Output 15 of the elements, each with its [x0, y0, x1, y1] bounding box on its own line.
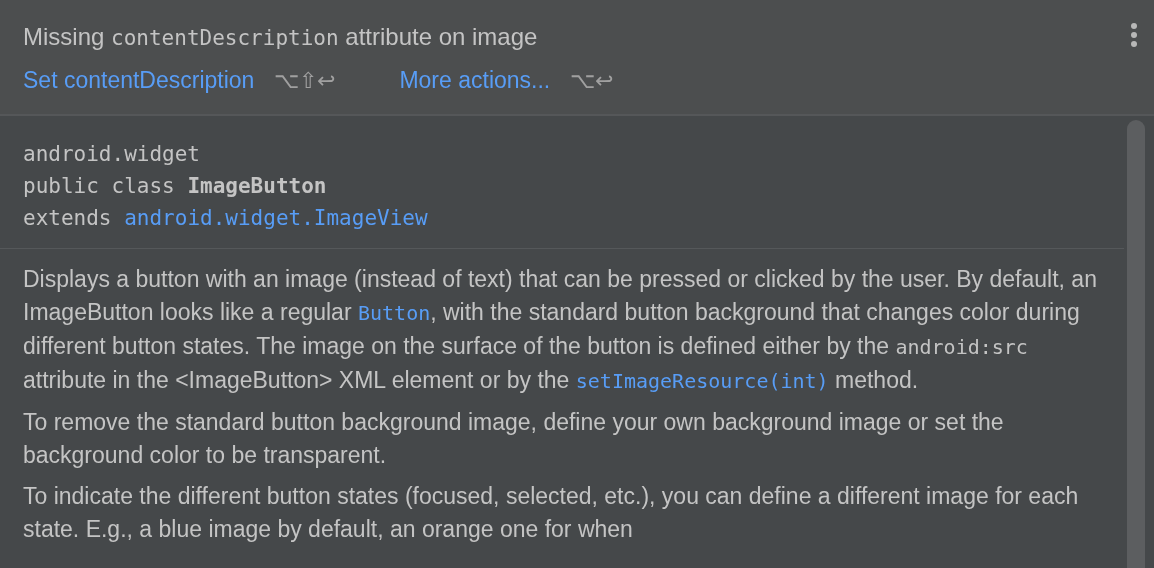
- description-paragraph: Displays a button with an image (instead of text) that can be pressed or clicked by the user. By default, an ImageButton looks like a regular Button, with the standard button background that changes color during different button states. The image on the surface of the button is defined either by the android:src attribute in the <ImageButton> XML element or by the setImageResource(int) method.: [23, 265, 1098, 395]
- inspection-message: Missing contentDescription attribute on image: [23, 22, 538, 52]
- description-paragraph: To remove the standard button background image, define your own background image or set the background color to be transparent.: [23, 408, 1005, 470]
- keyboard-shortcut: ⌥⇧↩: [274, 67, 336, 94]
- quick-fix-link[interactable]: More actions...: [399, 67, 551, 94]
- description-paragraph: To indicate the different button states (focused, selected, etc.), you can define a different image for each state. E.g., a blue image by default, an orange one for when: [23, 482, 1080, 544]
- doc-link[interactable]: setImageResource(int): [575, 369, 829, 393]
- superclass-link[interactable]: android.widget.ImageView: [124, 206, 428, 230]
- keyboard-shortcut: ⌥↩: [570, 67, 614, 94]
- extends-keyword: extends: [23, 206, 112, 230]
- quick-fix-link[interactable]: Set contentDescription: [23, 67, 255, 94]
- doc-link[interactable]: Button: [357, 301, 431, 325]
- package-name: android.widget: [23, 141, 201, 168]
- more-options-icon[interactable]: [1130, 22, 1138, 47]
- class-declaration: public class ImageButton: [23, 173, 328, 200]
